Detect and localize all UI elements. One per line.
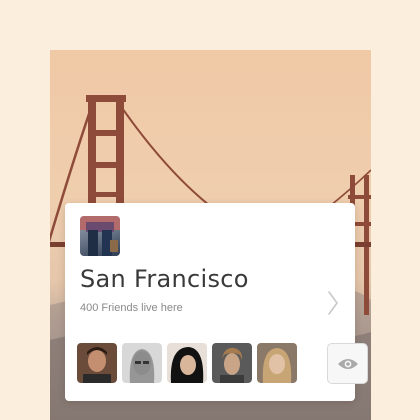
avatar[interactable] [167, 343, 207, 383]
friends-count: 400 Friends live here [80, 302, 183, 314]
city-card[interactable]: San Francisco 400 Friends live here [65, 203, 368, 401]
city-thumbnail [80, 216, 120, 256]
eye-icon [337, 358, 358, 369]
chevron-right-icon[interactable] [327, 290, 339, 316]
avatar[interactable] [122, 343, 162, 383]
avatar[interactable] [257, 343, 297, 383]
view-more-button[interactable] [327, 343, 368, 384]
avatar[interactable] [77, 343, 117, 383]
city-title: San Francisco [80, 265, 249, 293]
avatar[interactable] [212, 343, 252, 383]
